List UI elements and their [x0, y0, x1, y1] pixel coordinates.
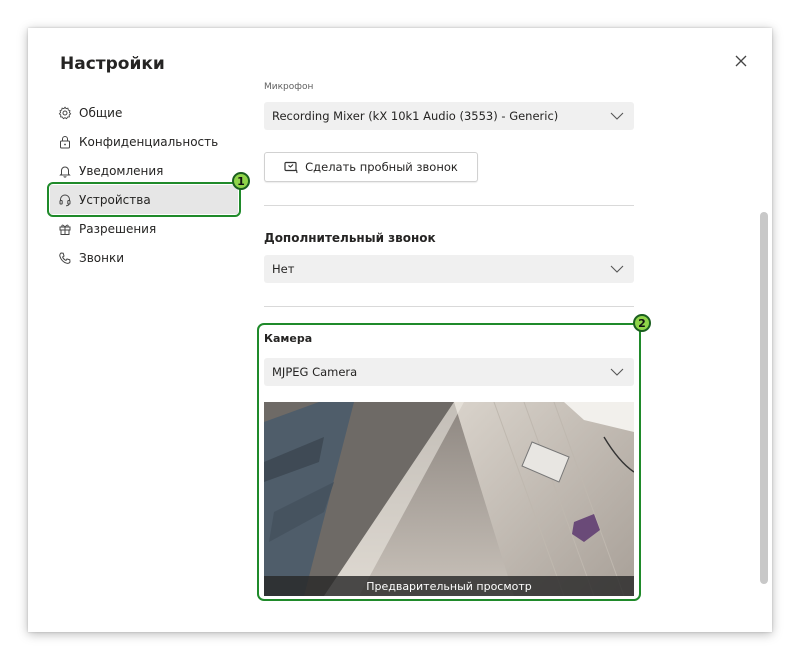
- nav-label-devices: Устройства: [79, 192, 151, 207]
- nav-item-permissions[interactable]: Разрешения: [50, 214, 238, 243]
- chevron-down-icon: [610, 265, 624, 273]
- phone-icon: [58, 251, 72, 265]
- chevron-down-icon: [610, 368, 624, 376]
- gift-icon: [58, 222, 72, 236]
- secondary-ringer-title: Дополнительный звонок: [264, 231, 436, 245]
- scrollbar-thumb[interactable]: [760, 212, 768, 584]
- nav-item-notifications[interactable]: Уведомления: [50, 156, 238, 185]
- test-call-icon: [284, 161, 298, 173]
- nav-label-privacy: Конфиденциальность: [79, 134, 219, 149]
- secondary-ringer-value: Нет: [272, 262, 295, 276]
- bell-icon: [58, 164, 72, 178]
- divider-2: [264, 306, 634, 307]
- annotation-badge-1: 1: [232, 172, 250, 190]
- chevron-down-icon: [610, 112, 624, 120]
- test-call-label: Сделать пробный звонок: [305, 160, 458, 174]
- nav-item-general[interactable]: Общие: [50, 98, 238, 127]
- nav-label-notifications: Уведомления: [79, 163, 164, 178]
- dialog-title: Настройки: [60, 54, 165, 74]
- settings-dialog: Настройки Общие Конфиденциальность Уведо…: [28, 28, 772, 632]
- nav-label-calls: Звонки: [79, 250, 124, 265]
- divider-1: [264, 205, 634, 206]
- camera-preview-image: [264, 402, 634, 596]
- secondary-ringer-select[interactable]: Нет: [264, 255, 634, 283]
- test-call-button[interactable]: Сделать пробный звонок: [264, 152, 478, 182]
- annotation-badge-2: 2: [633, 314, 651, 332]
- nav-label-general: Общие: [79, 105, 123, 120]
- settings-nav: Общие Конфиденциальность Уведомления Уст…: [47, 98, 250, 272]
- close-icon[interactable]: [732, 52, 750, 70]
- preview-label: Предварительный просмотр: [264, 576, 634, 596]
- camera-value: MJPEG Camera: [272, 365, 358, 379]
- camera-title: Камера: [264, 332, 313, 345]
- nav-item-devices[interactable]: Устройства 1: [47, 172, 250, 217]
- camera-preview: Предварительный просмотр: [264, 402, 634, 596]
- camera-select[interactable]: MJPEG Camera: [264, 358, 634, 386]
- gear-icon: [58, 105, 72, 120]
- nav-item-calls[interactable]: Звонки: [50, 243, 238, 272]
- nav-item-privacy[interactable]: Конфиденциальность: [50, 127, 238, 156]
- headset-icon: [58, 193, 72, 207]
- microphone-value: Recording Mixer (kX 10k1 Audio (3553) - …: [272, 109, 559, 123]
- devices-panel: Микрофон Recording Mixer (kX 10k1 Audio …: [257, 28, 651, 632]
- microphone-select[interactable]: Recording Mixer (kX 10k1 Audio (3553) - …: [264, 102, 634, 130]
- microphone-label: Микрофон: [264, 82, 314, 92]
- lock-icon: [58, 135, 72, 149]
- nav-label-permissions: Разрешения: [79, 221, 157, 236]
